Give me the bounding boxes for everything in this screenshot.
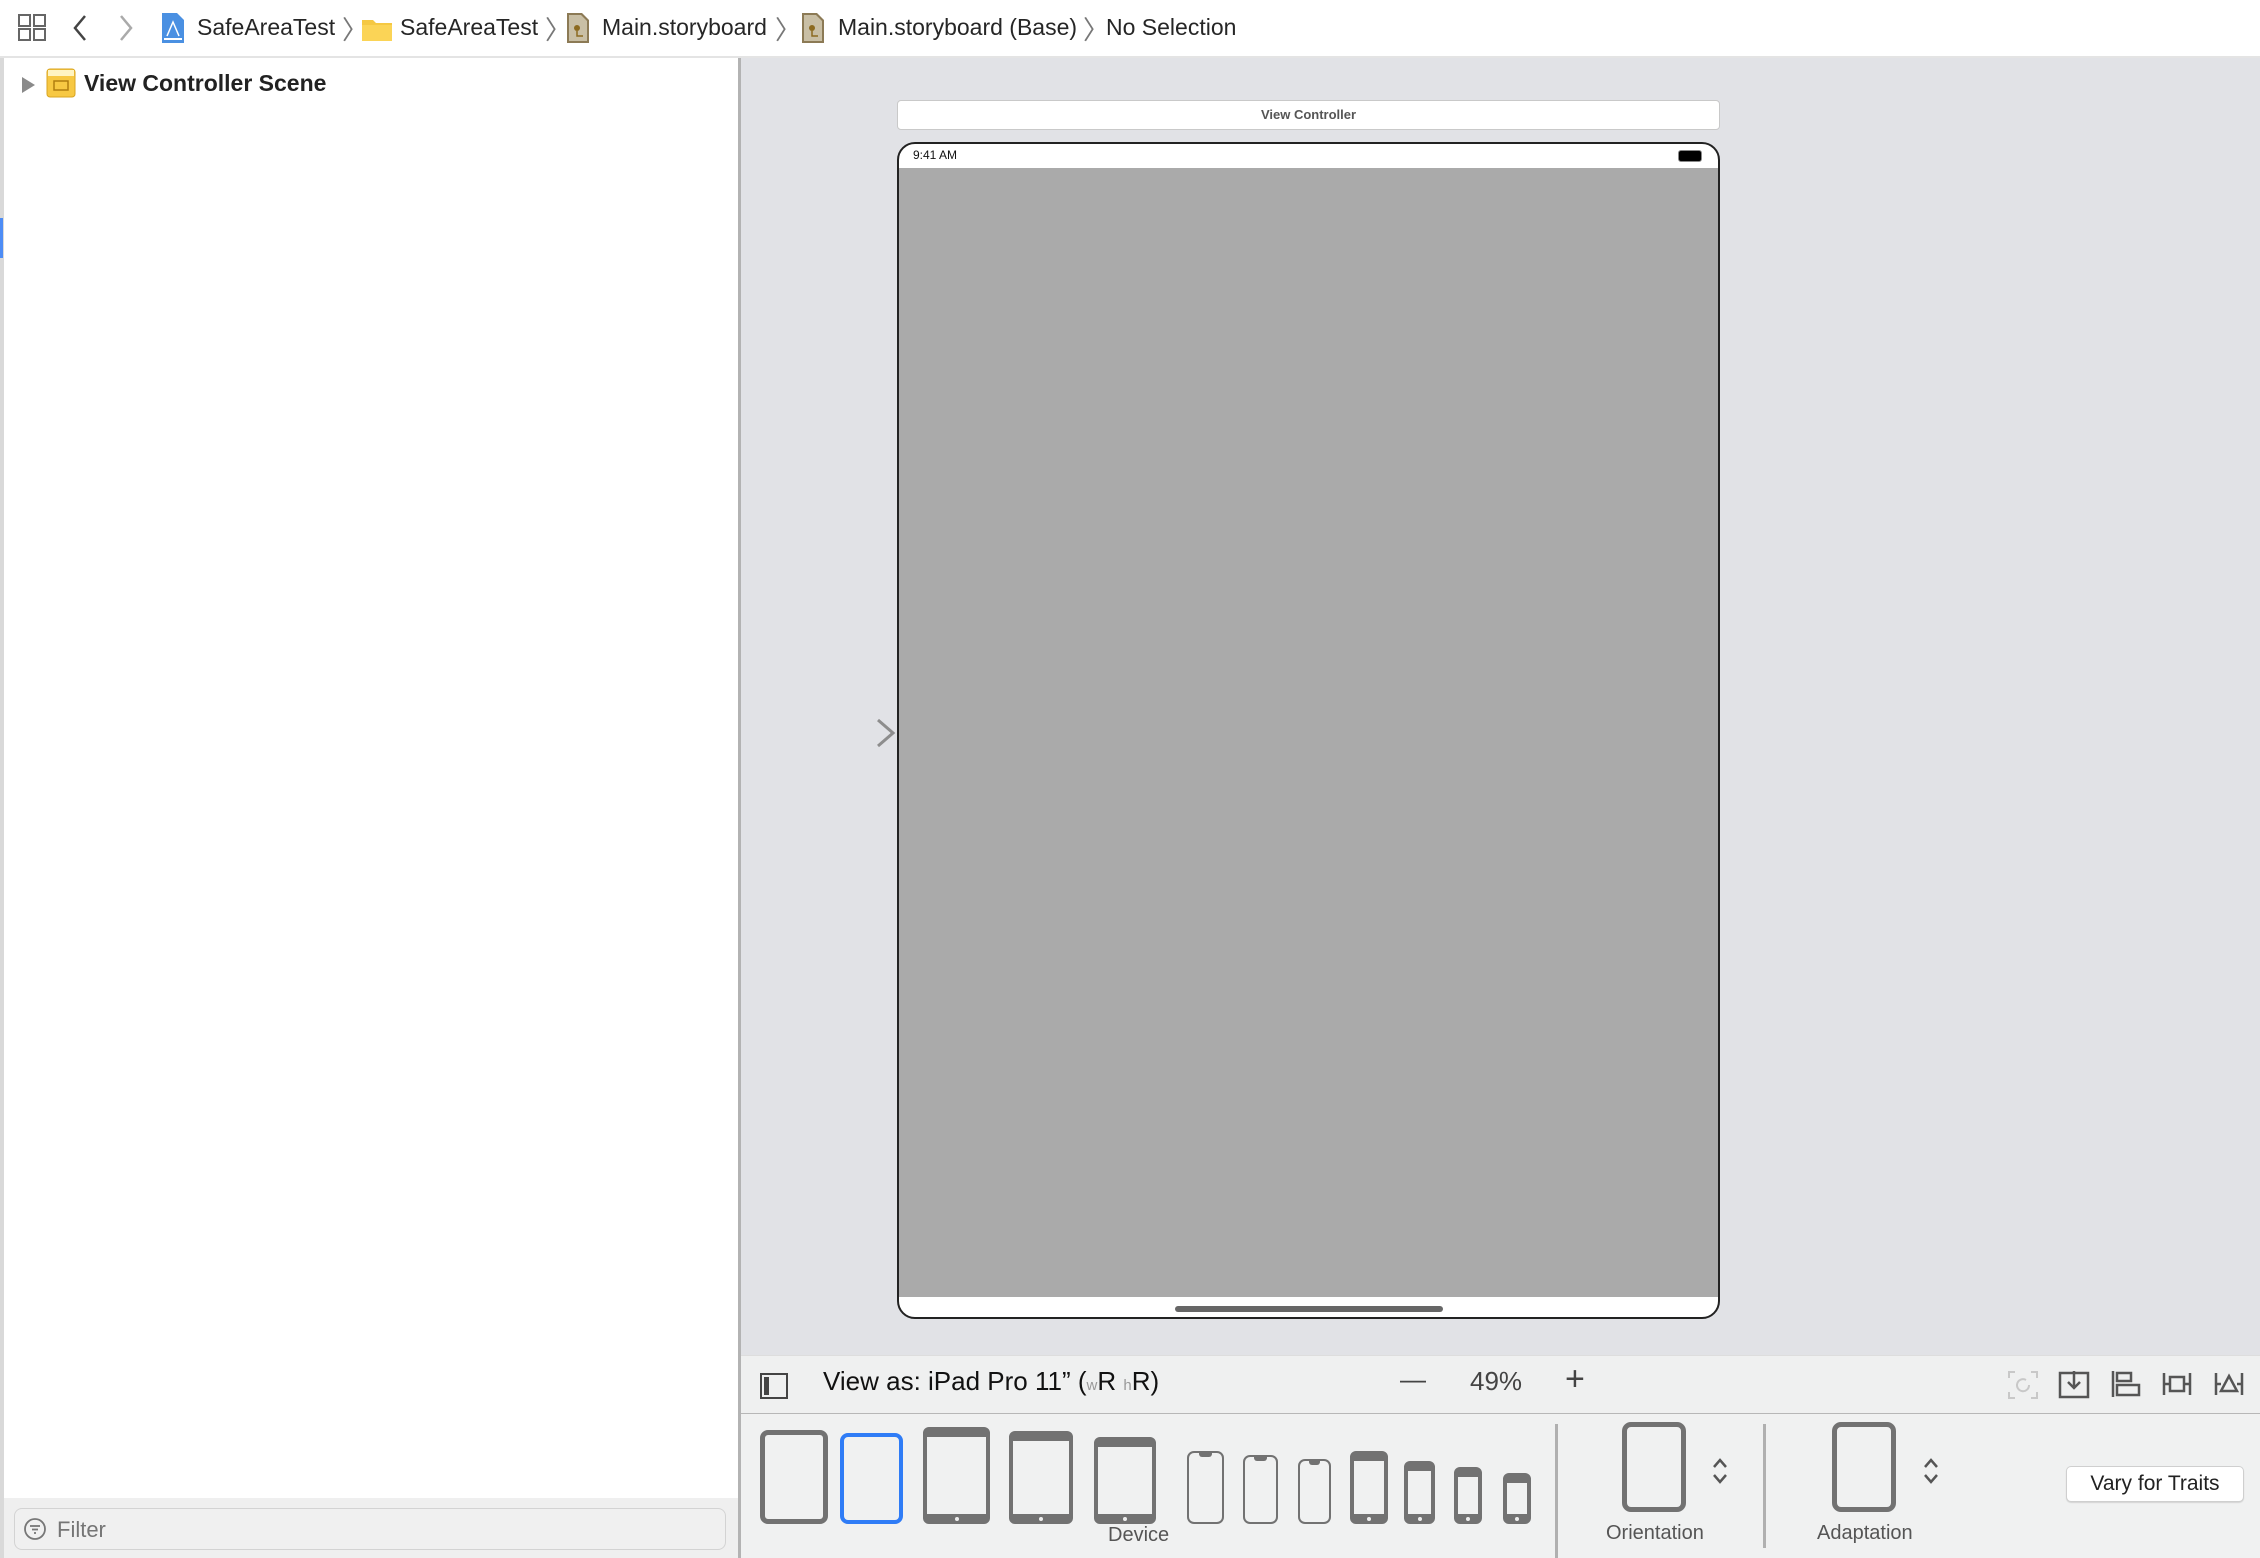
storyboard-file-icon (567, 13, 589, 43)
scene-title-bar[interactable]: View Controller (897, 100, 1720, 130)
align-icon[interactable] (2110, 1369, 2142, 1399)
orientation-stepper-icon[interactable] (1711, 1456, 1729, 1486)
battery-icon (1678, 150, 1702, 162)
update-frames-icon[interactable] (2007, 1370, 2039, 1400)
scene-icon (46, 68, 76, 98)
orientation-label: Orientation (1606, 1522, 1704, 1544)
orientation-portrait-icon[interactable] (1622, 1422, 1686, 1512)
adaptation-label: Adaptation (1817, 1522, 1913, 1544)
document-outline (0, 58, 738, 1558)
filter-text[interactable] (55, 1515, 709, 1545)
home-indicator (1175, 1306, 1443, 1312)
home-button (954, 1517, 959, 1521)
device-option-ipad-mini[interactable] (1094, 1437, 1156, 1524)
view-as-suffix: ) (1150, 1366, 1160, 1396)
height-class-label: h (1123, 1377, 1132, 1394)
disclosure-triangle-icon[interactable] (20, 75, 36, 95)
device-configuration-bar: Device Orientation Adaptation Vary for T… (741, 1414, 2260, 1558)
xcode-project-icon (162, 13, 184, 43)
home-button (1039, 1517, 1043, 1521)
vary-for-traits-button[interactable]: Vary for Traits (2066, 1466, 2244, 1502)
width-class-value: R (1097, 1366, 1117, 1396)
canvas-toolbar: View as: iPad Pro 11” (wR hR) — 49% + (741, 1355, 2260, 1415)
device-option-ipad-air[interactable] (1009, 1431, 1073, 1524)
resolve-autolayout-issues-icon[interactable] (2213, 1369, 2245, 1399)
status-bar-time: 9:41 AM (913, 148, 958, 162)
divider (1763, 1424, 1766, 1548)
breadcrumb-label[interactable]: No Selection (1106, 14, 1236, 41)
device-option-iphone-xs[interactable] (1298, 1459, 1331, 1524)
filter-icon (24, 1518, 46, 1540)
adaptation-icon[interactable] (1832, 1422, 1896, 1512)
adaptation-stepper-icon[interactable] (1922, 1456, 1940, 1486)
zoom-out-button[interactable]: — (1400, 1364, 1426, 1395)
divider (1555, 1424, 1558, 1558)
outline-item-label: View Controller Scene (84, 70, 327, 96)
selection-indicator (0, 218, 3, 258)
device-option-ipad-pro-9-7[interactable] (923, 1427, 990, 1524)
device-option-iphone-4s[interactable] (1503, 1473, 1531, 1524)
root-view[interactable] (899, 168, 1718, 1297)
notch (1254, 1457, 1267, 1461)
folder-icon (362, 20, 392, 41)
breadcrumb-label[interactable]: SafeAreaTest (400, 14, 538, 41)
device-label: Device (1108, 1524, 1170, 1546)
device-option-iphone-8[interactable] (1404, 1461, 1435, 1524)
initial-view-controller-arrow-icon[interactable] (798, 718, 896, 748)
home-button (1123, 1517, 1127, 1521)
device-option-ipad-pro-12-9[interactable] (760, 1430, 828, 1524)
jump-bar: SafeAreaTest 〉 SafeAreaTest 〉 Main.story… (0, 0, 2260, 58)
home-button (1367, 1517, 1371, 1521)
zoom-in-button[interactable]: + (1565, 1360, 1585, 1399)
storyboard-file-icon (802, 13, 824, 43)
embed-in-icon[interactable] (2058, 1369, 2090, 1399)
height-class-value: R (1131, 1366, 1151, 1396)
device-option-iphone-8-plus[interactable] (1350, 1451, 1388, 1524)
breadcrumb-item-project[interactable] (160, 12, 186, 44)
notch (1308, 1461, 1321, 1465)
breadcrumb-label[interactable]: SafeAreaTest (197, 14, 335, 41)
home-button (1466, 1517, 1470, 1521)
breadcrumb-separator-icon: 〉 (775, 15, 802, 45)
home-button (1417, 1517, 1422, 1521)
outline-item-view-controller-scene[interactable]: View Controller Scene (18, 68, 718, 102)
zoom-level: 49% (1470, 1366, 1523, 1396)
filter-input[interactable] (14, 1508, 726, 1550)
forward-chevron-icon[interactable] (118, 14, 134, 42)
device-option-iphone-se[interactable] (1454, 1467, 1482, 1524)
home-button (1515, 1517, 1519, 1521)
notch (1198, 1453, 1213, 1457)
breadcrumb-label[interactable]: Main.storyboard (Base) (838, 14, 1077, 41)
device-option-iphone-xr[interactable] (1243, 1455, 1278, 1524)
toggle-outline-icon[interactable] (760, 1373, 788, 1399)
width-class-label: w (1086, 1377, 1098, 1394)
view-as-device: View as: iPad Pro 11” ( (823, 1366, 1087, 1396)
device-option-iphone-xs-max[interactable] (1187, 1451, 1224, 1524)
device-option-ipad-pro-11-selected[interactable] (840, 1433, 903, 1524)
add-constraints-icon[interactable] (2161, 1369, 2193, 1399)
view-as-button[interactable]: View as: iPad Pro 11” (wR hR) (823, 1366, 1159, 1397)
back-chevron-icon[interactable] (72, 14, 88, 42)
breadcrumb-label[interactable]: Main.storyboard (602, 14, 767, 41)
related-items-grid-icon[interactable] (18, 14, 48, 42)
ipad-device-frame[interactable]: 9:41 AM (897, 142, 1720, 1319)
